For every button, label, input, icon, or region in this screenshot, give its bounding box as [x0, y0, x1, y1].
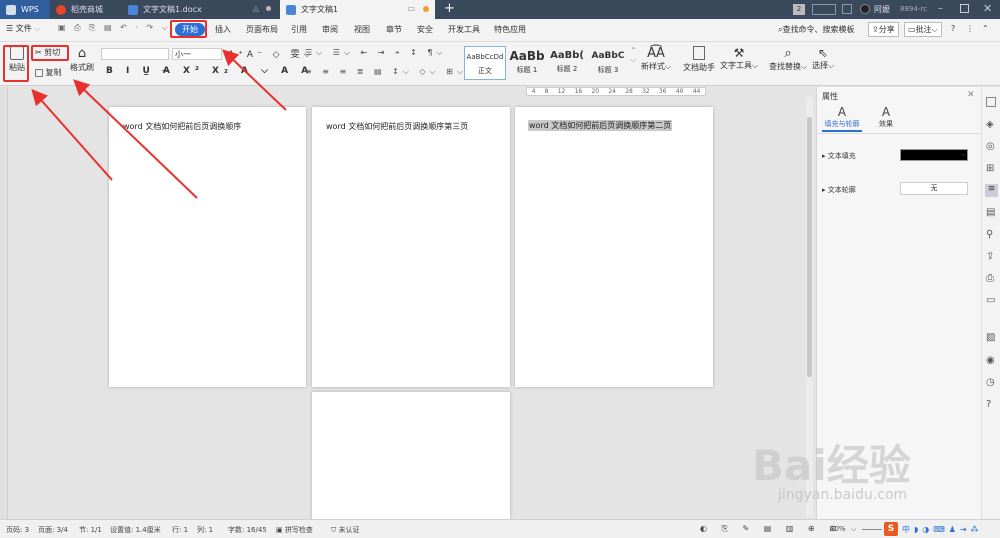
status-setting: 设置值: 1.4厘米 — [110, 526, 161, 534]
status-row: 行: 1 — [172, 526, 189, 534]
spell-check-button[interactable]: ▣ 拼写检查 — [276, 525, 313, 535]
zoom-dropdown-icon[interactable]: ⌵ — [851, 525, 856, 534]
annotation-arrows — [31, 49, 287, 199]
status-page[interactable]: 页面: 3/4 — [38, 525, 68, 535]
status-word-count[interactable]: 字数: 16/45 — [228, 525, 267, 535]
arrow-to-start — [222, 49, 287, 111]
ime-toolbar[interactable]: 中◗◑⌨♟⇥⁂ — [902, 524, 983, 535]
auth-status[interactable]: ⛉ 未认证 — [331, 525, 359, 535]
status-page-number: 页码: 3 — [6, 526, 30, 534]
shield-icon: ⛉ — [331, 526, 337, 534]
status-col: 列: 1 — [197, 526, 214, 534]
status-bar: 页码: 3 页面: 3/4 节: 1/1 设置值: 1.4厘米 行: 1 列: … — [0, 519, 1000, 538]
view-mode-buttons[interactable]: ◐ ⎘ ✎ ▤ ▥ ⊕ ⊡ — [700, 524, 842, 534]
sogou-ime-icon[interactable]: S — [884, 522, 898, 536]
spell-check-icon: ▣ — [276, 526, 283, 534]
arrow-to-format-painter — [73, 79, 198, 199]
zoom-slider[interactable] — [862, 529, 882, 530]
status-section: 节: 1/1 — [79, 526, 102, 534]
zoom-level[interactable]: 40% — [830, 525, 846, 533]
